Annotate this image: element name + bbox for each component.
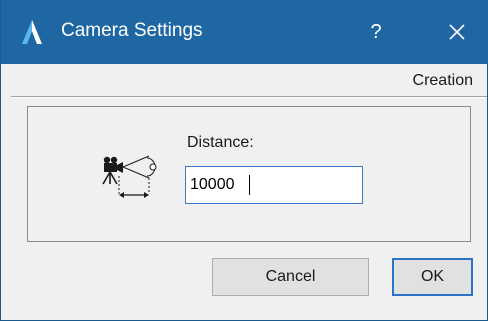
- ok-button[interactable]: OK: [392, 258, 473, 296]
- cancel-button[interactable]: Cancel: [212, 258, 369, 296]
- help-button[interactable]: ?: [361, 0, 391, 64]
- category-label: Creation: [412, 72, 473, 89]
- close-button[interactable]: [439, 0, 475, 64]
- archicad-app-icon: [18, 18, 46, 46]
- camera-distance-icon: [97, 150, 159, 202]
- window-title: Camera Settings: [61, 20, 203, 41]
- distance-input[interactable]: [185, 166, 363, 204]
- camera-settings-dialog: Camera Settings ? Creation Distance: 100…: [0, 0, 488, 321]
- text-caret: [249, 175, 250, 195]
- title-bar[interactable]: Camera Settings ?: [1, 0, 488, 64]
- separator: [11, 96, 487, 98]
- distance-label: Distance:: [187, 134, 254, 151]
- close-icon: [449, 24, 465, 40]
